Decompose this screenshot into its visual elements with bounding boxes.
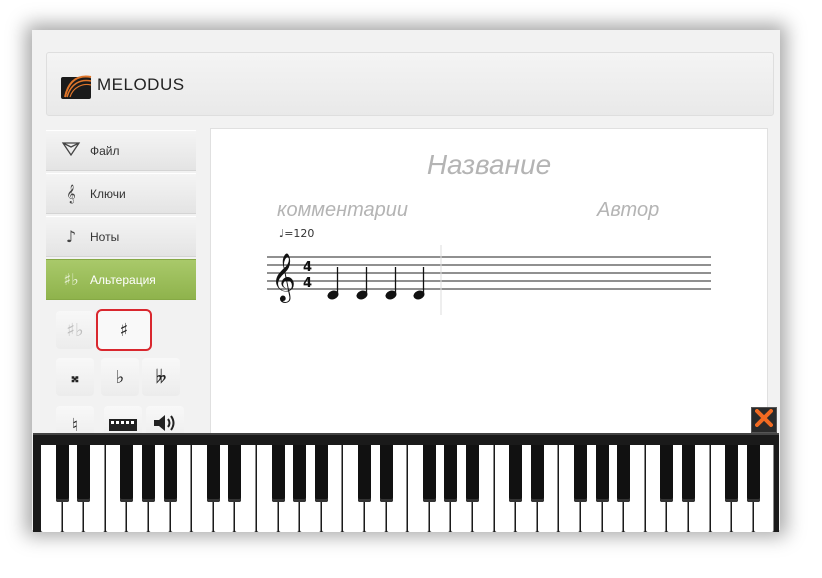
piano-black-key[interactable] (466, 445, 479, 502)
alteration-icon: ♯♭ (63, 270, 79, 289)
piano-keyboard (33, 433, 779, 532)
piano-black-key[interactable] (228, 445, 242, 502)
double-sharp-icon: 𝄪 (71, 367, 79, 386)
piano-black-key[interactable] (120, 445, 134, 502)
piano-black-key[interactable] (358, 445, 371, 502)
piano-black-key[interactable] (271, 445, 285, 502)
time-signature-top: 4 (303, 260, 312, 275)
piano-black-key[interactable] (314, 445, 328, 502)
piano-black-key[interactable] (595, 445, 609, 502)
double-flat-button[interactable]: 𝄫 (142, 358, 180, 396)
piano-black-key[interactable] (77, 445, 91, 502)
close-piano-button[interactable] (751, 407, 777, 433)
logo: MELODUS (61, 68, 185, 102)
file-icon (58, 141, 84, 161)
sharp-flat-icon: ♯♭ (66, 319, 84, 341)
flat-icon: ♭ (115, 366, 125, 388)
logo-text: MELODUS (97, 75, 185, 94)
natural-alteration-disabled-button[interactable]: ♯♭ (56, 311, 94, 349)
piano-black-key[interactable] (725, 445, 739, 502)
time-signature-bottom: 4 (303, 276, 312, 291)
treble-clef-icon: 𝄞 (271, 252, 296, 303)
piano-black-key[interactable] (206, 445, 220, 502)
piano-black-key[interactable] (617, 445, 631, 502)
header: MELODUS (46, 52, 774, 116)
sidebar-item-alteration[interactable]: ♯♭ Альтерация (46, 259, 196, 300)
piano-black-key[interactable] (379, 445, 393, 502)
sharp-icon: ♯ (119, 319, 129, 341)
piano-black-key[interactable] (293, 445, 307, 502)
piano-black-key[interactable] (660, 445, 674, 502)
sidebar-item-label: Ноты (90, 229, 120, 244)
flat-button[interactable]: ♭ (101, 358, 139, 396)
sidebar-item-label: Альтерация (90, 272, 156, 287)
piano-keys (41, 445, 777, 532)
sharp-button[interactable]: ♯ (96, 309, 152, 351)
piano-black-key[interactable] (163, 445, 177, 502)
sidebar-item-label: Файл (90, 143, 120, 158)
double-flat-icon: 𝄫 (155, 366, 167, 388)
sidebar-item-label: Ключи (90, 186, 126, 201)
piano-black-key[interactable] (509, 445, 523, 502)
score-author[interactable]: Автор (597, 199, 659, 222)
piano-black-key[interactable] (574, 445, 587, 502)
piano-black-key[interactable] (142, 445, 155, 502)
score-comment[interactable]: комментарии (277, 199, 408, 222)
note-icon: ♪ (65, 227, 77, 246)
melodus-logo-icon (61, 71, 95, 99)
score-title[interactable]: Название (211, 149, 767, 181)
sidebar-item-notes[interactable]: ♪ Ноты (46, 216, 196, 257)
sidebar-item-clefs[interactable]: 𝄞 Ключи (46, 173, 196, 214)
piano-black-key[interactable] (746, 445, 760, 502)
tempo-marking[interactable]: ♩=120 (279, 227, 314, 240)
music-staff[interactable]: 𝄞 4 4 (267, 245, 727, 315)
piano-black-key[interactable] (682, 445, 695, 502)
double-sharp-button[interactable]: 𝄪 (56, 358, 94, 396)
piano-black-key[interactable] (444, 445, 458, 502)
piano-black-key[interactable] (422, 445, 436, 502)
treble-clef-icon: 𝄞 (66, 183, 76, 203)
sidebar-item-file[interactable]: Файл (46, 130, 196, 171)
piano-black-key[interactable] (530, 445, 544, 502)
piano-black-key[interactable] (55, 445, 69, 502)
close-icon (755, 409, 773, 431)
